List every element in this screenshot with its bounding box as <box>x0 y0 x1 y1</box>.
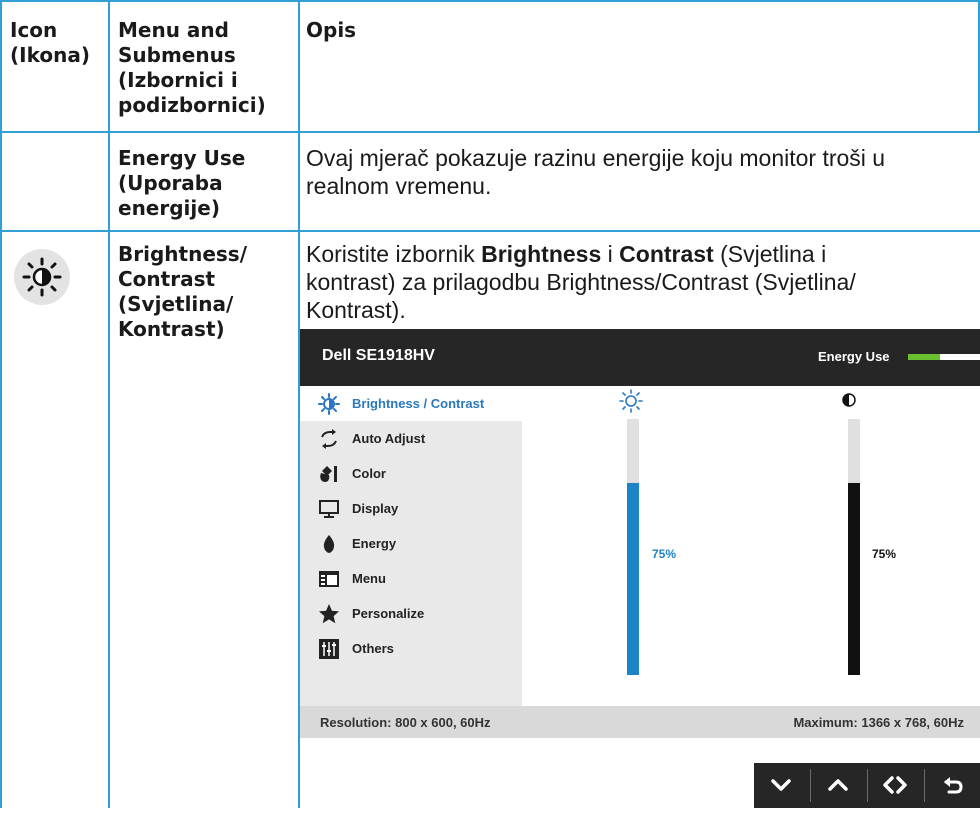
menu-item-label: Brightness / Contrast <box>352 396 485 411</box>
up-arrow-icon <box>828 779 848 791</box>
menu-item-menu[interactable]: Menu <box>300 561 522 596</box>
back-icon <box>944 777 963 794</box>
menu-item-label: Others <box>352 641 394 656</box>
brightness-sun-icon <box>619 389 643 413</box>
desc-brightness-contrast: Koristite izbornik Brightness i Contrast… <box>306 241 856 323</box>
osd-title: Dell SE1918HV <box>322 347 435 364</box>
desc-bold-contrast: Contrast <box>619 241 714 267</box>
brightness-value: 75% <box>652 547 677 561</box>
brightness-icon <box>318 393 340 415</box>
menu-item-label: Menu <box>352 571 386 586</box>
osd-nav-buttons <box>754 763 980 808</box>
energy-use-meter-fill <box>908 354 941 360</box>
current-resolution: Resolution: 800 x 600, 60Hz <box>320 715 491 730</box>
osd-footer: Resolution: 800 x 600, 60Hz Maximum: 136… <box>300 706 980 738</box>
osd-screenshot: Dell SE1918HV Energy Use Brightness / Co… <box>300 329 980 738</box>
sun-brightness-icon <box>14 249 70 305</box>
down-arrow-icon <box>771 779 791 791</box>
menu-item-label: Personalize <box>352 606 425 621</box>
adjustment-panel: 75% 75% <box>522 386 980 706</box>
header-desc: Opis <box>306 18 357 42</box>
row-divider <box>0 131 980 133</box>
table-border-left <box>0 0 2 808</box>
others-icon <box>319 639 339 659</box>
nav-up-button[interactable] <box>811 763 865 808</box>
auto-adjust-icon <box>321 429 337 449</box>
osd-menu: Brightness / Contrast Auto Adjust Color <box>300 386 522 706</box>
brightness-slider-fill <box>627 483 639 675</box>
contrast-value: 75% <box>872 547 897 561</box>
energy-use-label: Energy Use <box>818 349 890 364</box>
star-icon <box>319 604 339 624</box>
brightness-slider[interactable] <box>627 419 639 675</box>
menu-item-others[interactable]: Others <box>300 631 522 666</box>
osd-header: Dell SE1918HV Energy Use <box>300 329 980 386</box>
contrast-icon <box>842 393 856 407</box>
nav-left-right-button[interactable] <box>868 763 922 808</box>
menu-item-label: Color <box>352 466 386 481</box>
energy-use-meter <box>908 354 980 360</box>
contrast-slider-fill <box>848 483 860 675</box>
maximum-resolution: Maximum: 1366 x 768, 60Hz <box>793 715 964 730</box>
menu-item-color[interactable]: Color <box>300 456 522 491</box>
color-icon <box>320 466 337 482</box>
desc-bold-brightness: Brightness <box>481 241 602 267</box>
header-icon: Icon (Ikona) <box>10 18 90 67</box>
menu-item-auto-adjust[interactable]: Auto Adjust <box>300 421 522 456</box>
desc-energy-use: Ovaj mjerač pokazuje razinu energije koj… <box>306 145 886 199</box>
row-divider <box>0 230 980 232</box>
menu-item-display[interactable]: Display <box>300 491 522 526</box>
left-right-arrows-icon <box>883 776 907 794</box>
menu-brightness-contrast: Brightness/ Contrast (Svjetlina/ Kontras… <box>118 242 247 341</box>
menu-item-personalize[interactable]: Personalize <box>300 596 522 631</box>
display-icon <box>319 500 339 518</box>
menu-item-label: Energy <box>352 536 397 551</box>
menu-item-label: Display <box>352 501 399 516</box>
header-menu: Menu and Submenus (Izbornici i podizborn… <box>118 18 266 117</box>
energy-icon <box>323 535 335 553</box>
menu-item-energy[interactable]: Energy <box>300 526 522 561</box>
column-divider <box>108 0 110 808</box>
contrast-slider[interactable] <box>848 419 860 675</box>
menu-item-label: Auto Adjust <box>352 431 426 446</box>
nav-down-button[interactable] <box>754 763 808 808</box>
menu-energy-use: Energy Use (Uporaba energije) <box>118 146 246 220</box>
menu-item-brightness-contrast[interactable]: Brightness / Contrast <box>300 386 522 421</box>
nav-back-button[interactable] <box>925 763 979 808</box>
menu-icon <box>319 571 339 587</box>
table-border-top <box>0 0 980 2</box>
